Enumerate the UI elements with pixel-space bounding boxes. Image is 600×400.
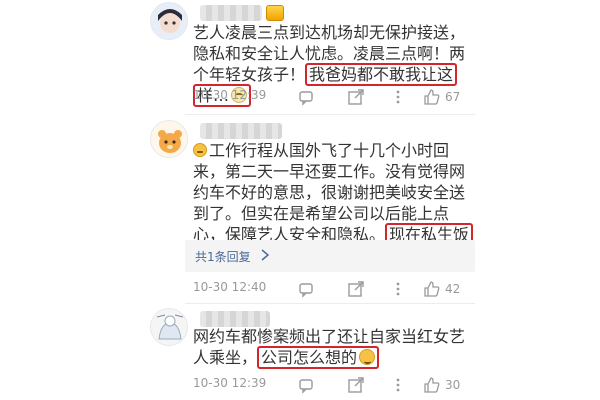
timestamp: 10-30 12:39	[193, 88, 267, 102]
timestamp: 10-30 12:39	[193, 376, 267, 390]
chevron-right-icon	[261, 249, 270, 261]
reply-count-link[interactable]: 共1条回复	[195, 248, 251, 265]
highlighted-text-content: 公司怎么想的	[261, 348, 358, 367]
like-count: 30	[445, 378, 461, 392]
avatar-image	[151, 309, 187, 345]
reply-icon[interactable]	[297, 88, 315, 106]
username[interactable]	[200, 5, 262, 21]
reply-icon[interactable]	[297, 280, 315, 298]
like-count: 42	[445, 282, 461, 296]
avatar[interactable]	[150, 2, 188, 40]
comment-item: 工作行程从国外飞了十几个小时回来，第二天一早还要工作。没有觉得网约车不好的意思，…	[0, 118, 600, 304]
comment-body: 网约车都惨案频出了还让自家当红女艺人乘坐， 公司怎么想的	[193, 326, 475, 369]
comment-meta: 10-30 12:39 67	[193, 88, 473, 106]
divider	[185, 114, 475, 115]
comment-meta: 10-30 12:39 30	[193, 376, 473, 394]
smirk-face-icon	[359, 349, 376, 365]
avatar[interactable]	[150, 308, 188, 346]
like-icon[interactable]	[423, 280, 441, 298]
share-icon[interactable]	[347, 88, 365, 106]
comment-item: 艺人凌晨三点到达机场却无保护接送，隐私和安全让人忧虑。凌晨三点啊！两个年轻女孩子…	[0, 0, 600, 115]
reply-icon[interactable]	[297, 376, 315, 394]
divider	[185, 303, 475, 304]
vip-badge-icon	[266, 5, 284, 21]
timestamp: 10-30 12:40	[193, 280, 267, 294]
avatar-image	[151, 121, 187, 157]
smile-face-icon	[193, 143, 207, 157]
comment-meta: 10-30 12:40 42	[193, 280, 473, 298]
reply-summary[interactable]: 共1条回复	[185, 240, 475, 272]
more-icon[interactable]	[389, 88, 407, 106]
highlighted-text: 公司怎么想的	[257, 346, 380, 369]
like-icon[interactable]	[423, 376, 441, 394]
comment-item: 网约车都惨案频出了还让自家当红女艺人乘坐， 公司怎么想的 10-30 12:39 …	[0, 306, 600, 400]
share-icon[interactable]	[347, 376, 365, 394]
share-icon[interactable]	[347, 280, 365, 298]
like-count: 67	[445, 90, 461, 104]
username[interactable]	[200, 311, 270, 327]
like-icon[interactable]	[423, 88, 441, 106]
more-icon[interactable]	[389, 376, 407, 394]
avatar[interactable]	[150, 120, 188, 158]
avatar-image	[151, 3, 187, 39]
more-icon[interactable]	[389, 280, 407, 298]
username[interactable]	[200, 123, 282, 139]
